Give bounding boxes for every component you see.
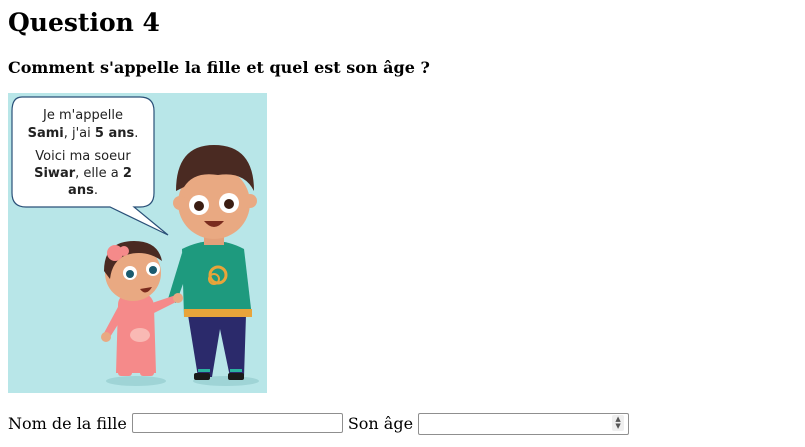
boy-figure (168, 145, 257, 380)
age-label: Son âge (347, 413, 414, 433)
bubble-line-4: Siwar, elle a 2 (34, 166, 132, 181)
girl-name-input[interactable] (131, 413, 343, 433)
name-label: Nom de la fille (8, 413, 127, 433)
chevron-down-icon[interactable]: ▼ (615, 423, 620, 430)
question-illustration: Je m'appelle Sami, j'ai 5 ans. Voici ma … (8, 93, 267, 393)
age-stepper[interactable]: ▲ ▼ (612, 415, 625, 431)
answer-form: Nom de la fille Son âge ▲ ▼ (8, 411, 630, 435)
bubble-line-2: Sami, j'ai 5 ans. (28, 126, 139, 141)
girl-figure (101, 241, 183, 376)
bubble-line-5: ans. (68, 183, 98, 198)
bubble-line-1: Je m'appelle (42, 108, 123, 123)
bubble-line-3: Voici ma soeur (35, 149, 131, 164)
age-field-wrapper: ▲ ▼ (418, 412, 630, 435)
page-title: Question 4 (8, 8, 160, 37)
girl-age-input[interactable] (418, 412, 630, 435)
speech-bubble: Je m'appelle Sami, j'ai 5 ans. Voici ma … (11, 96, 169, 236)
question-text: Comment s'appelle la fille et quel est s… (8, 58, 430, 77)
